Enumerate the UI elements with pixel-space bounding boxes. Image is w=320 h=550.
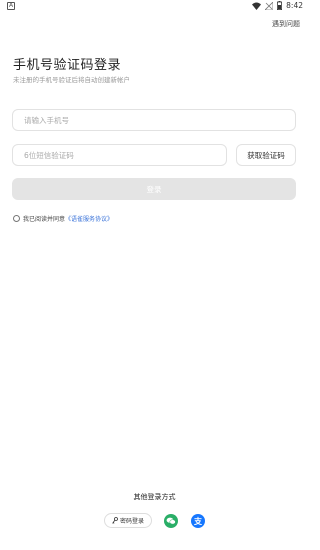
help-link[interactable]: 遇到问题 — [272, 19, 300, 29]
password-login-button[interactable]: 密码登录 — [104, 513, 152, 528]
alipay-icon[interactable]: 支 — [191, 514, 205, 528]
notification-icon: A — [7, 2, 15, 10]
other-login-title: 其他登录方式 — [133, 493, 176, 501]
key-icon — [112, 517, 118, 524]
page-subtitle: 未注册的手机号验证后将自动创建新帐户 — [13, 76, 130, 84]
status-right: 8:42 — [252, 1, 303, 10]
agreement-link[interactable]: 《语雀服务协议》 — [65, 214, 113, 223]
battery-icon — [277, 1, 283, 10]
sms-code-input[interactable]: 6位短信验证码 — [12, 144, 227, 166]
agreement-row: 我已阅读并同意 《语雀服务协议》 — [13, 214, 113, 223]
get-code-button[interactable]: 获取验证码 — [236, 144, 296, 166]
sms-code-placeholder: 6位短信验证码 — [24, 150, 74, 160]
signal-icon — [265, 1, 274, 10]
wifi-icon — [252, 2, 262, 10]
agreement-radio[interactable] — [13, 215, 20, 222]
login-button[interactable]: 登录 — [12, 178, 296, 200]
password-login-label: 密码登录 — [119, 518, 144, 525]
status-bar: A 8:42 — [0, 0, 309, 14]
page-title: 手机号验证码登录 — [13, 58, 122, 73]
wechat-icon[interactable] — [164, 514, 178, 528]
wechat-bubbles-icon — [166, 517, 176, 525]
clock: 8:42 — [286, 1, 303, 10]
phone-placeholder: 请输入手机号 — [24, 115, 69, 125]
phone-input[interactable]: 请输入手机号 — [12, 109, 296, 131]
agreement-text: 我已阅读并同意 — [23, 216, 66, 223]
